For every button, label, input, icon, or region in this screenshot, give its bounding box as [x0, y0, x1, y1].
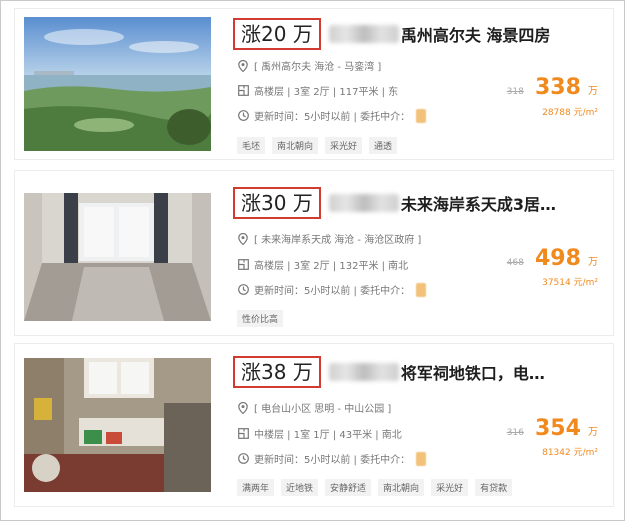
community-text[interactable]: [ 未来海岸系天成 海沧 - 海沧区政府 ]	[254, 231, 421, 246]
floor-plan-icon	[237, 85, 249, 97]
community-line: [ 电台山小区 思明 - 中山公园 ]	[237, 400, 391, 415]
price-unit: 万	[588, 427, 598, 438]
updated-text: 更新时间：5小时以前 | 委托中介：	[254, 286, 411, 297]
listing-title-row-3: 涨38 万 将军祠地铁口，电…	[233, 356, 545, 388]
tag-list: 满两年 近地铁 安静舒适 南北朝向 采光好 有贷款	[237, 479, 519, 496]
agent-avatar-blurred	[416, 282, 427, 297]
updated-line: 更新时间：5小时以前 | 委托中介：	[237, 282, 427, 297]
tag: 南北朝向	[272, 137, 319, 154]
community-line: [ 未来海岸系天成 海沧 - 海沧区政府 ]	[237, 231, 421, 246]
price-block: 318 338 万	[507, 75, 598, 100]
old-price: 318	[506, 87, 524, 97]
total-price: 354	[534, 416, 581, 441]
listing-title[interactable]: 未来海岸系天成3居…	[401, 191, 556, 215]
price-unit: 万	[588, 86, 598, 97]
details-line: 高楼层 | 3室 2厅 | 132平米 | 南北	[237, 257, 408, 272]
tag-list: 性价比高	[237, 310, 290, 327]
listing-photo-3[interactable]	[24, 358, 211, 492]
listing-title[interactable]: 将军祠地铁口，电…	[401, 360, 545, 384]
clock-icon	[237, 284, 249, 296]
price-block: 316 354 万	[507, 416, 598, 441]
details-text: 高楼层 | 3室 2厅 | 117平米 | 东	[254, 87, 399, 98]
listing-card-2[interactable]: 涨30 万 未来海岸系天成3居… [ 未来海岸系天成 海沧 - 海沧区政府 ] …	[14, 170, 614, 336]
clock-icon	[237, 110, 249, 122]
details-text: 中楼层 | 1室 1厅 | 43平米 | 南北	[254, 430, 402, 441]
price-raise-badge: 涨38 万	[233, 356, 321, 388]
old-price: 468	[506, 258, 524, 268]
updated-text: 更新时间：5小时以前 | 委托中介：	[254, 112, 411, 123]
blurred-agent-name	[328, 363, 399, 381]
details-line: 高楼层 | 3室 2厅 | 117平米 | 东	[237, 83, 398, 98]
tag: 南北朝向	[378, 479, 425, 496]
listing-card-3[interactable]: 涨38 万 将军祠地铁口，电… [ 电台山小区 思明 - 中山公园 ] 中楼层 …	[14, 343, 614, 507]
tag: 采光好	[325, 137, 363, 154]
listing-card-1[interactable]: 涨20 万 禹州高尔夫 海景四房 [ 禹州高尔夫 海沧 - 马銮湾 ] 高楼层 …	[14, 8, 614, 160]
listing-photo-1[interactable]	[24, 17, 211, 151]
location-pin-icon	[237, 232, 249, 245]
blurred-agent-name	[328, 194, 399, 212]
location-pin-icon	[237, 401, 249, 414]
details-line: 中楼层 | 1室 1厅 | 43平米 | 南北	[237, 426, 402, 441]
clock-icon	[237, 453, 249, 465]
tag: 毛坯	[237, 137, 266, 154]
tag: 采光好	[431, 479, 469, 496]
price-raise-badge: 涨30 万	[233, 187, 321, 219]
unit-price: 81342 元/m²	[542, 448, 598, 458]
updated-line: 更新时间：5小时以前 | 委托中介：	[237, 108, 427, 123]
updated-text: 更新时间：5小时以前 | 委托中介：	[254, 455, 411, 466]
listing-title-row-2: 涨30 万 未来海岸系天成3居…	[233, 187, 556, 219]
total-price: 338	[534, 75, 581, 100]
tag: 通透	[369, 137, 398, 154]
community-line: [ 禹州高尔夫 海沧 - 马銮湾 ]	[237, 58, 381, 73]
tag: 性价比高	[237, 310, 284, 327]
price-block: 468 498 万	[507, 246, 598, 271]
tag-list: 毛坯 南北朝向 采光好 通透	[237, 137, 404, 154]
tag: 满两年	[237, 479, 275, 496]
details-text: 高楼层 | 3室 2厅 | 132平米 | 南北	[254, 261, 409, 272]
agent-avatar-blurred	[416, 451, 427, 466]
listing-title[interactable]: 禹州高尔夫 海景四房	[401, 22, 551, 46]
listing-title-row-1: 涨20 万 禹州高尔夫 海景四房	[233, 18, 550, 50]
community-text[interactable]: [ 禹州高尔夫 海沧 - 马銮湾 ]	[254, 58, 381, 73]
old-price: 316	[506, 428, 524, 438]
tag: 近地铁	[281, 479, 319, 496]
tag: 有贷款	[475, 479, 513, 496]
updated-line: 更新时间：5小时以前 | 委托中介：	[237, 451, 427, 466]
total-price: 498	[534, 246, 581, 271]
unit-price: 28788 元/m²	[542, 108, 598, 118]
blurred-agent-name	[328, 25, 399, 43]
price-unit: 万	[588, 257, 598, 268]
tag: 安静舒适	[325, 479, 372, 496]
listing-photo-2[interactable]	[24, 193, 211, 321]
agent-avatar-blurred	[416, 108, 427, 123]
community-text[interactable]: [ 电台山小区 思明 - 中山公园 ]	[254, 400, 391, 415]
price-raise-badge: 涨20 万	[233, 18, 321, 50]
location-pin-icon	[237, 59, 249, 72]
floor-plan-icon	[237, 259, 249, 271]
unit-price: 37514 元/m²	[542, 278, 598, 288]
floor-plan-icon	[237, 428, 249, 440]
